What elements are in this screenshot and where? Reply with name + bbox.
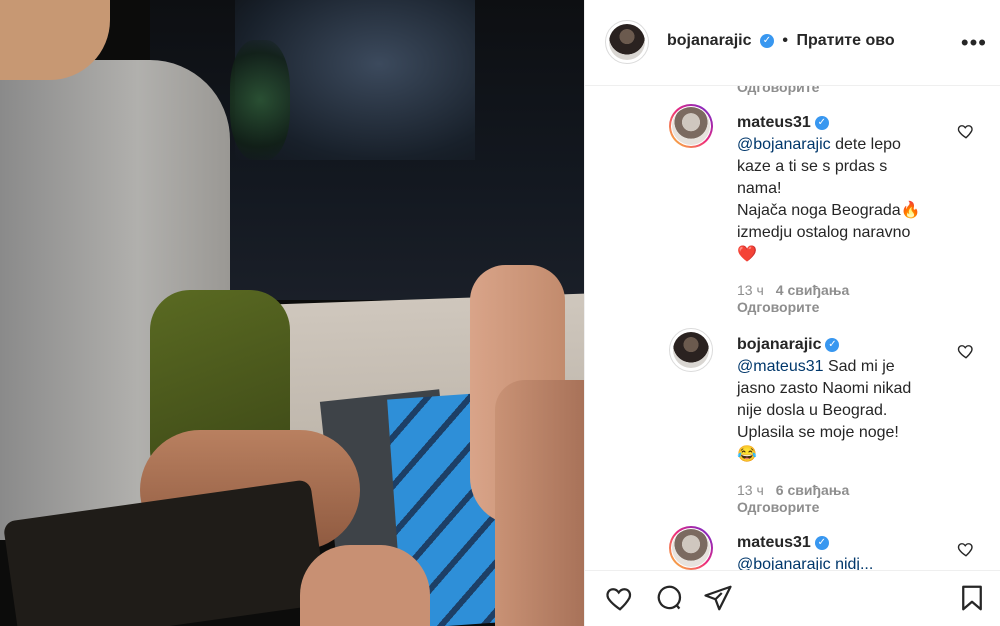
comment-emoji: ❤️ xyxy=(737,246,757,263)
author-avatar[interactable] xyxy=(605,20,649,64)
lower-hand xyxy=(300,545,430,626)
leg xyxy=(495,380,584,626)
comment-username[interactable]: mateus31 xyxy=(737,534,811,551)
action-bar xyxy=(585,570,1000,626)
comment-text: Uplasila se moje noge! xyxy=(737,424,899,441)
comment-body: bojanarajic ✓ @mateus31 Sad mi je jasno z… xyxy=(737,334,947,466)
like-comment-heart-icon[interactable] xyxy=(957,540,975,558)
header-line: bojanarajic ✓ • Пратите ово xyxy=(667,32,895,50)
dot-separator: • xyxy=(782,32,788,49)
verified-badge-icon: ✓ xyxy=(825,337,840,352)
commenter-avatar[interactable] xyxy=(669,328,713,372)
mention-link[interactable]: @mateus31 xyxy=(737,358,824,375)
mention-link[interactable]: @bojanarajic nidj... xyxy=(737,554,947,570)
comment-likes[interactable]: 4 свиђања xyxy=(776,282,850,298)
comment-text: Najača noga Beograda🔥 xyxy=(737,202,921,219)
plant xyxy=(230,40,290,160)
verified-badge-icon: ✓ xyxy=(759,33,774,48)
post-header: bojanarajic ✓ • Пратите ово ••• xyxy=(585,0,1000,86)
like-comment-heart-icon[interactable] xyxy=(957,122,975,140)
comment-text: nije dosla u Beograd. xyxy=(737,402,888,419)
comments-list[interactable]: Одговорите mateus31 ✓ @bojanarajic dete l… xyxy=(585,86,1000,570)
comment-text: izmedju ostalog naravno xyxy=(737,224,911,241)
save-bookmark-icon[interactable] xyxy=(957,583,987,613)
comment-bubble-icon[interactable] xyxy=(655,583,685,613)
comment-body: mateus31 ✓ @bojanarajic dete lepo kaze a … xyxy=(737,112,947,266)
comment-time: 13 ч xyxy=(737,282,764,298)
commenter-avatar[interactable] xyxy=(669,104,713,148)
reply-button[interactable]: Одговорите xyxy=(737,299,819,315)
comment-username[interactable]: mateus31 xyxy=(737,114,811,131)
comment-text: jasno zasto Naomi nikad xyxy=(737,380,912,397)
reply-button[interactable]: Одговорите xyxy=(737,499,819,515)
comment-text: Sad mi je xyxy=(823,358,895,375)
comment-emoji: 😂 xyxy=(737,446,757,463)
comment-time: 13 ч xyxy=(737,482,764,498)
more-options-icon[interactable]: ••• xyxy=(961,30,987,56)
comment-text: kaze a ti se s prdas s xyxy=(737,158,888,175)
verified-badge-icon: ✓ xyxy=(814,535,829,550)
post-sidebar: bojanarajic ✓ • Пратите ово ••• Одговори… xyxy=(584,0,1000,626)
comment-likes[interactable]: 6 свиђања xyxy=(776,482,850,498)
post-media[interactable] xyxy=(0,0,584,626)
share-send-icon[interactable] xyxy=(703,583,733,613)
mention-link[interactable]: @bojanarajic xyxy=(737,136,831,153)
like-heart-icon[interactable] xyxy=(605,583,635,613)
comment-body: mateus31 ✓ @bojanarajic nidj... xyxy=(737,532,947,570)
comment-text: dete lepo xyxy=(830,136,901,153)
like-comment-heart-icon[interactable] xyxy=(957,342,975,360)
comment-meta: 13 ч 6 свиђања xyxy=(737,482,849,498)
verified-badge-icon: ✓ xyxy=(814,115,829,130)
follow-button[interactable]: Пратите ово xyxy=(796,32,894,49)
author-username[interactable]: bojanarajic xyxy=(667,32,751,49)
comment-username[interactable]: bojanarajic xyxy=(737,336,821,353)
commenter-avatar[interactable] xyxy=(669,526,713,570)
comment-text: nama! xyxy=(737,180,782,197)
reply-button[interactable]: Одговорите xyxy=(737,86,819,95)
comment-meta: 13 ч 4 свиђања xyxy=(737,282,849,298)
